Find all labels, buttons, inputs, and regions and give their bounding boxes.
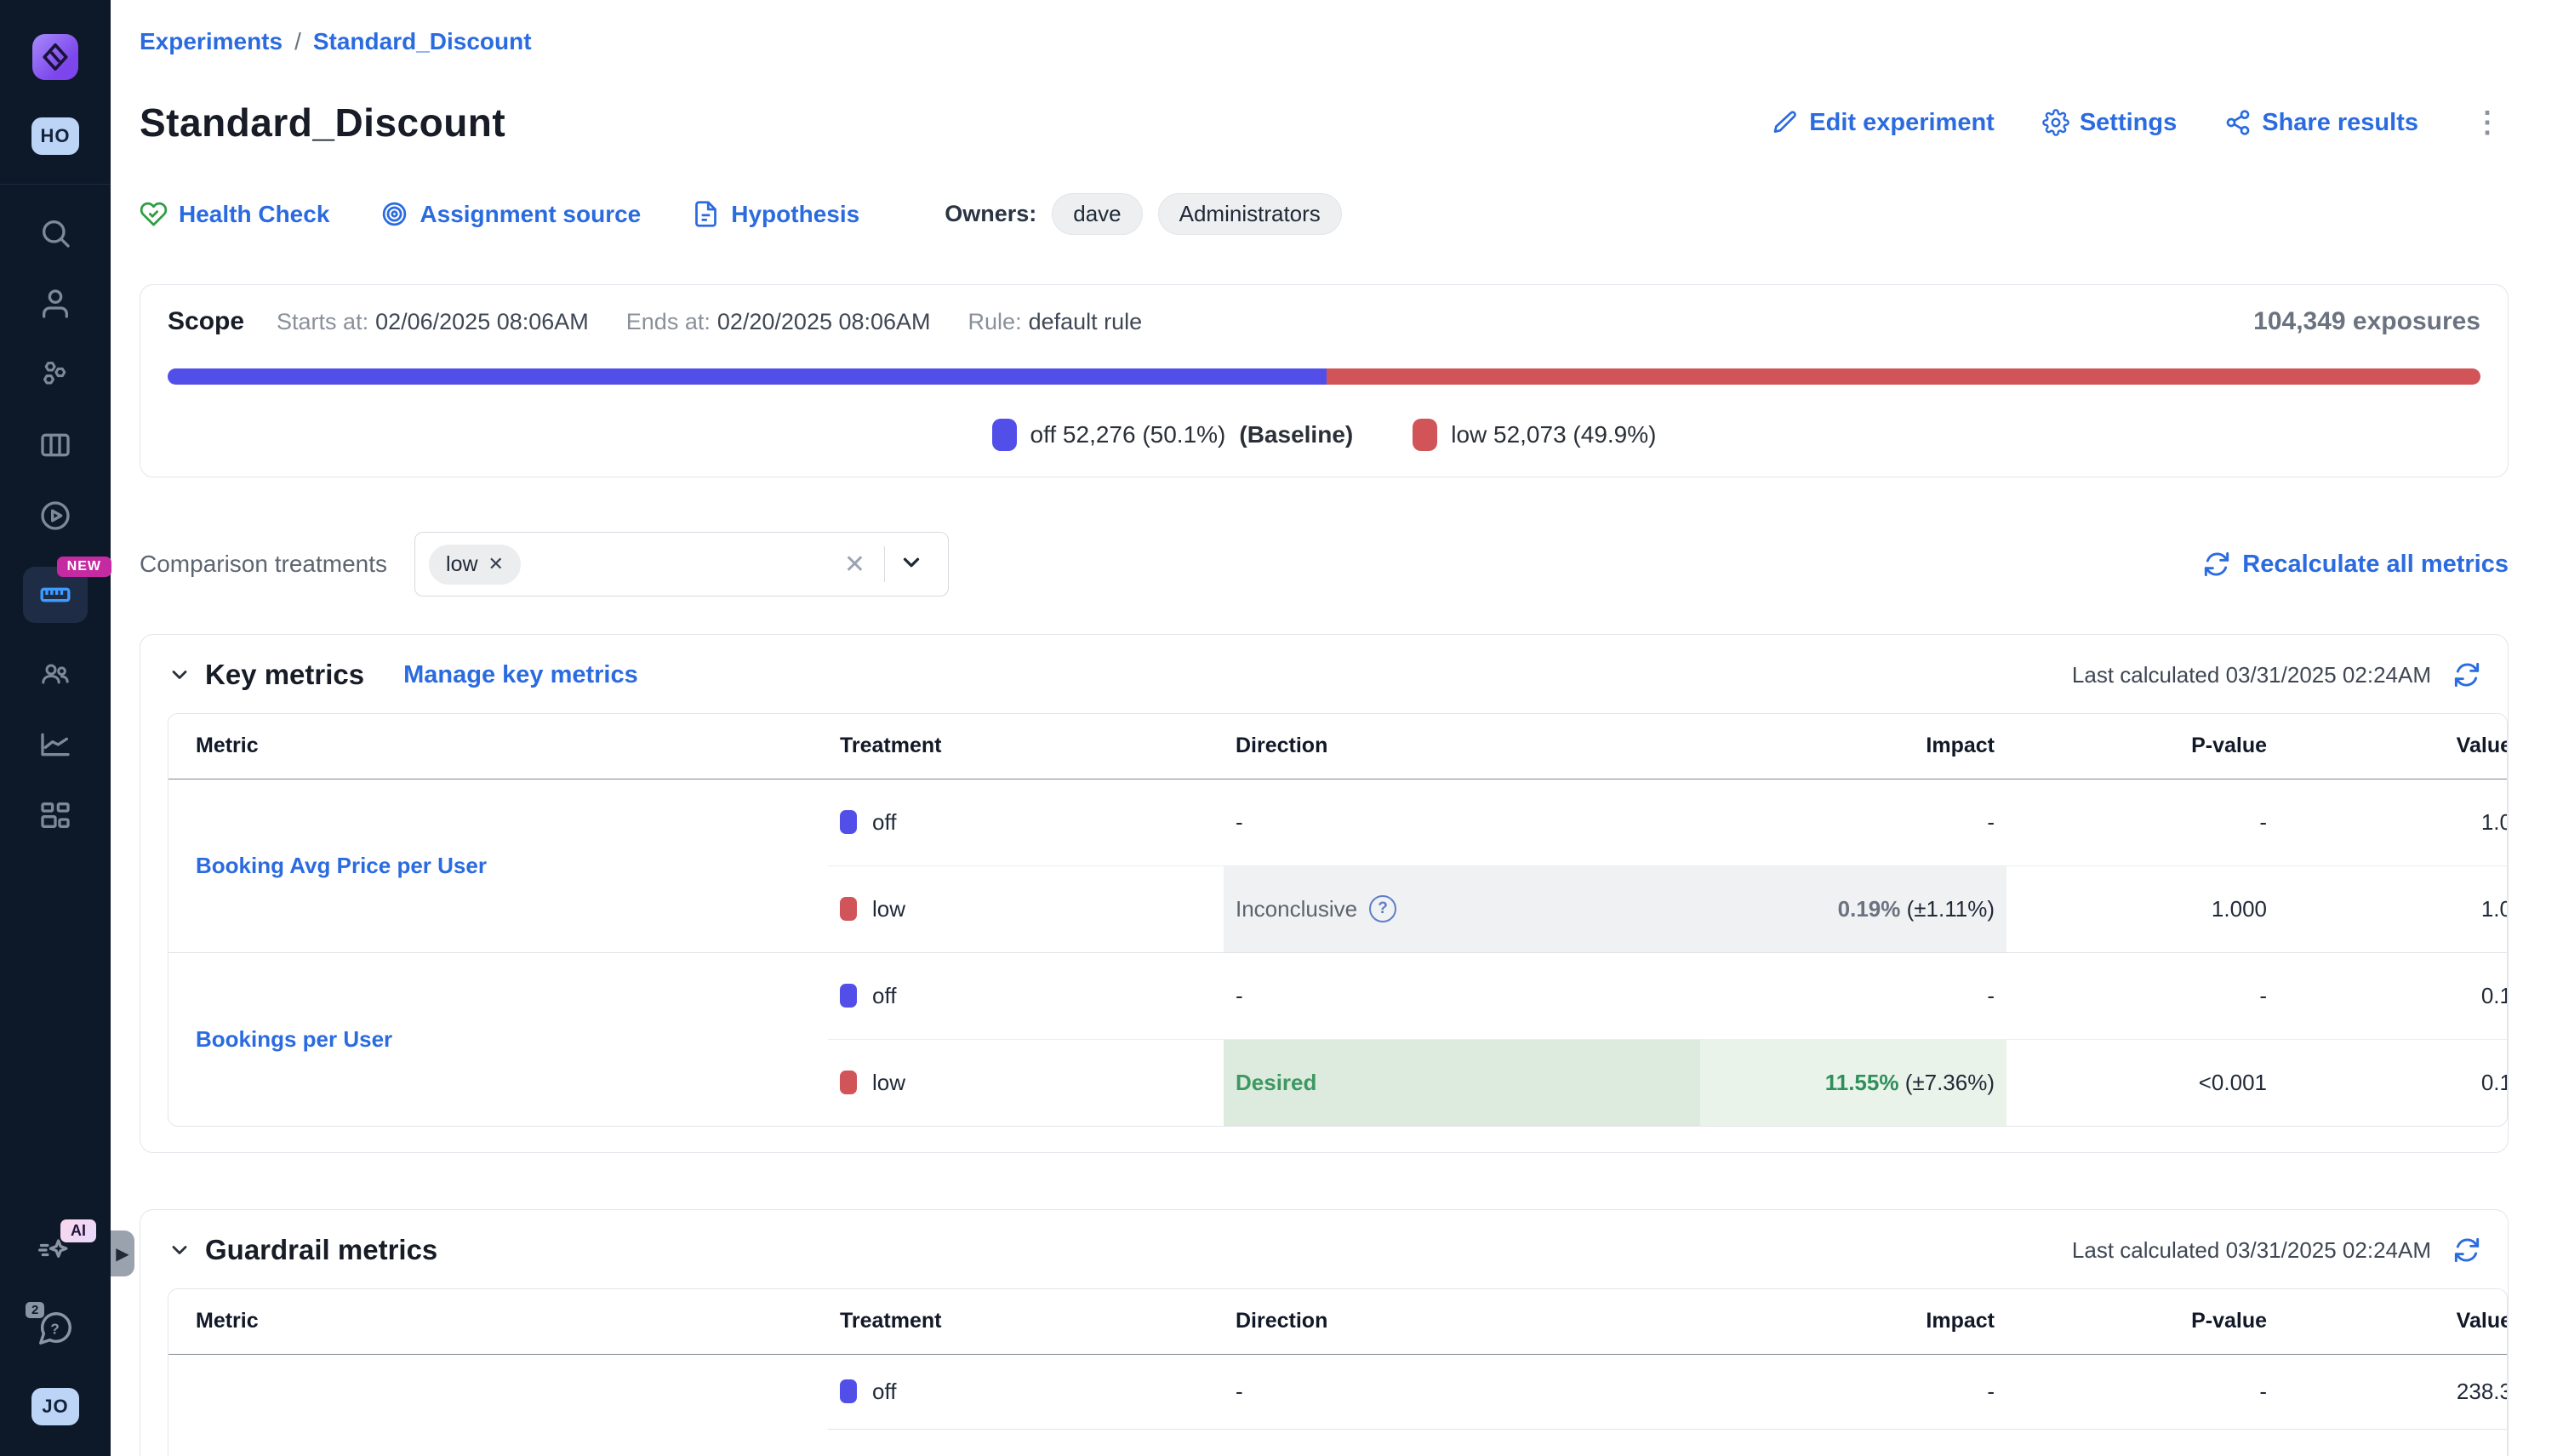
scope-starts: Starts at:02/06/2025 08:06AM [277,309,589,335]
allocation-bar-low [1327,368,2480,385]
scope-card: Scope Starts at:02/06/2025 08:06AM Ends … [140,284,2509,477]
owner-pill-admins[interactable]: Administrators [1158,193,1342,235]
treatment-swatch-low [840,897,857,921]
metric-link[interactable]: Bookings per User [196,1026,392,1052]
help-icon[interactable]: ? [1369,895,1396,922]
hypothesis-link[interactable]: Hypothesis [692,200,859,228]
chip-remove-icon[interactable]: ✕ [488,553,504,575]
heart-check-icon [140,200,168,228]
help-chat-icon[interactable]: 2 ? [36,1309,75,1352]
key-metrics-title: Key metrics [205,659,364,691]
guardrail-last-calculated: Last calculated 03/31/2025 02:24AM [2072,1237,2431,1264]
table-row: off - - - 238.3 [168,1354,2508,1429]
treatment-swatch-off [840,810,857,834]
ai-assistant-icon[interactable]: AI [37,1231,74,1273]
users-icon[interactable] [36,284,75,323]
sidebar: HO NEW [0,0,111,1456]
ai-badge: AI [60,1219,96,1242]
guardrail-metrics-card: Guardrail metrics Last calculated 03/31/… [140,1209,2509,1456]
legend-swatch-off [992,419,1017,451]
gear-icon [2042,109,2069,136]
legend-low: low 52,073 (49.9%) [1413,419,1656,451]
scope-ends: Ends at:02/20/2025 08:06AM [626,309,931,335]
svg-text:?: ? [50,1321,60,1338]
sidebar-divider [0,184,111,185]
legend-swatch-low [1413,419,1437,451]
edit-experiment-button[interactable]: Edit experiment [1772,109,1995,137]
feature-gates-icon[interactable] [36,355,75,394]
guardrail-metrics-table: MetricTreatmentDirection ImpactP-valueVa… [168,1288,2508,1456]
comparison-treatments-select[interactable]: low ✕ ✕ [414,532,949,597]
table-row: Booking Avg Price per User off - - - 1.0 [168,779,2508,865]
key-metrics-table: MetricTreatmentDirection ImpactP-valueVa… [168,713,2508,1127]
dashboards-icon[interactable] [36,796,75,835]
table-header-row: MetricTreatmentDirection ImpactP-valueVa… [168,1289,2508,1354]
more-options-button[interactable]: ⋮ [2466,106,2509,140]
breadcrumb-experiments[interactable]: Experiments [140,28,283,55]
statsig-logo-icon[interactable] [32,34,78,80]
share-icon [2224,109,2252,136]
table-header-row: MetricTreatmentDirection ImpactP-valueVa… [168,714,2508,779]
owners-label: Owners: [945,201,1036,227]
breadcrumb-separator: / [294,28,301,55]
settings-button[interactable]: Settings [2042,109,2177,137]
refresh-icon [2203,551,2230,578]
document-icon [692,200,720,228]
breadcrumb-current[interactable]: Standard_Discount [313,28,532,55]
assignment-source-link[interactable]: Assignment source [380,200,641,228]
key-metrics-card: Key metrics Manage key metrics Last calc… [140,634,2509,1153]
allocation-bar [168,368,2480,385]
treatment-swatch-off [840,984,857,1008]
recalculate-all-metrics-button[interactable]: Recalculate all metrics [2203,551,2509,579]
treatment-chip-low[interactable]: low ✕ [429,545,521,585]
sidebar-expand-handle[interactable]: ▶ [111,1230,134,1276]
target-icon [380,200,408,228]
collapse-chevron-icon[interactable] [168,663,191,687]
pencil-icon [1772,109,1799,136]
treatment-swatch-low [840,1071,857,1094]
owner-pill-dave[interactable]: dave [1052,193,1142,235]
user-avatar[interactable]: JO [31,1388,79,1425]
health-check-link[interactable]: Health Check [140,200,329,228]
exposures-count: 104,349 exposures [2253,307,2480,336]
select-clear-icon[interactable]: ✕ [831,550,879,580]
metrics-chart-icon[interactable] [36,725,75,764]
table-row: Bookings per User off - - - 0.1 [168,952,2508,1039]
pulse-icon[interactable] [36,496,75,535]
breadcrumb: Experiments / Standard_Discount [140,28,2509,55]
page-title: Standard_Discount [140,100,505,146]
select-divider [884,546,885,582]
scope-rule: Rule:default rule [968,309,1143,335]
metric-link[interactable]: Booking Avg Price per User [196,853,487,878]
layers-icon[interactable] [36,425,75,465]
help-count-badge: 2 [26,1302,44,1318]
treatment-swatch-off [840,1379,857,1403]
chevron-down-icon[interactable] [890,550,933,580]
audiences-icon[interactable] [36,654,75,694]
share-results-button[interactable]: Share results [2224,109,2418,137]
refresh-icon[interactable] [2453,661,2480,688]
manage-key-metrics-link[interactable]: Manage key metrics [403,661,638,689]
key-metrics-last-calculated: Last calculated 03/31/2025 02:24AM [2072,662,2431,688]
scope-title: Scope [168,307,244,336]
search-icon[interactable] [36,214,75,253]
guardrail-metrics-title: Guardrail metrics [205,1234,437,1266]
comparison-treatments-label: Comparison treatments [140,551,387,578]
org-avatar[interactable]: HO [31,117,79,155]
collapse-chevron-icon[interactable] [168,1238,191,1262]
refresh-icon[interactable] [2453,1236,2480,1264]
experiments-icon-active[interactable]: NEW [23,567,88,623]
legend-off: off 52,276 (50.1%) (Baseline) [992,419,1354,451]
new-badge: NEW [57,557,111,577]
allocation-bar-off [168,368,1327,385]
